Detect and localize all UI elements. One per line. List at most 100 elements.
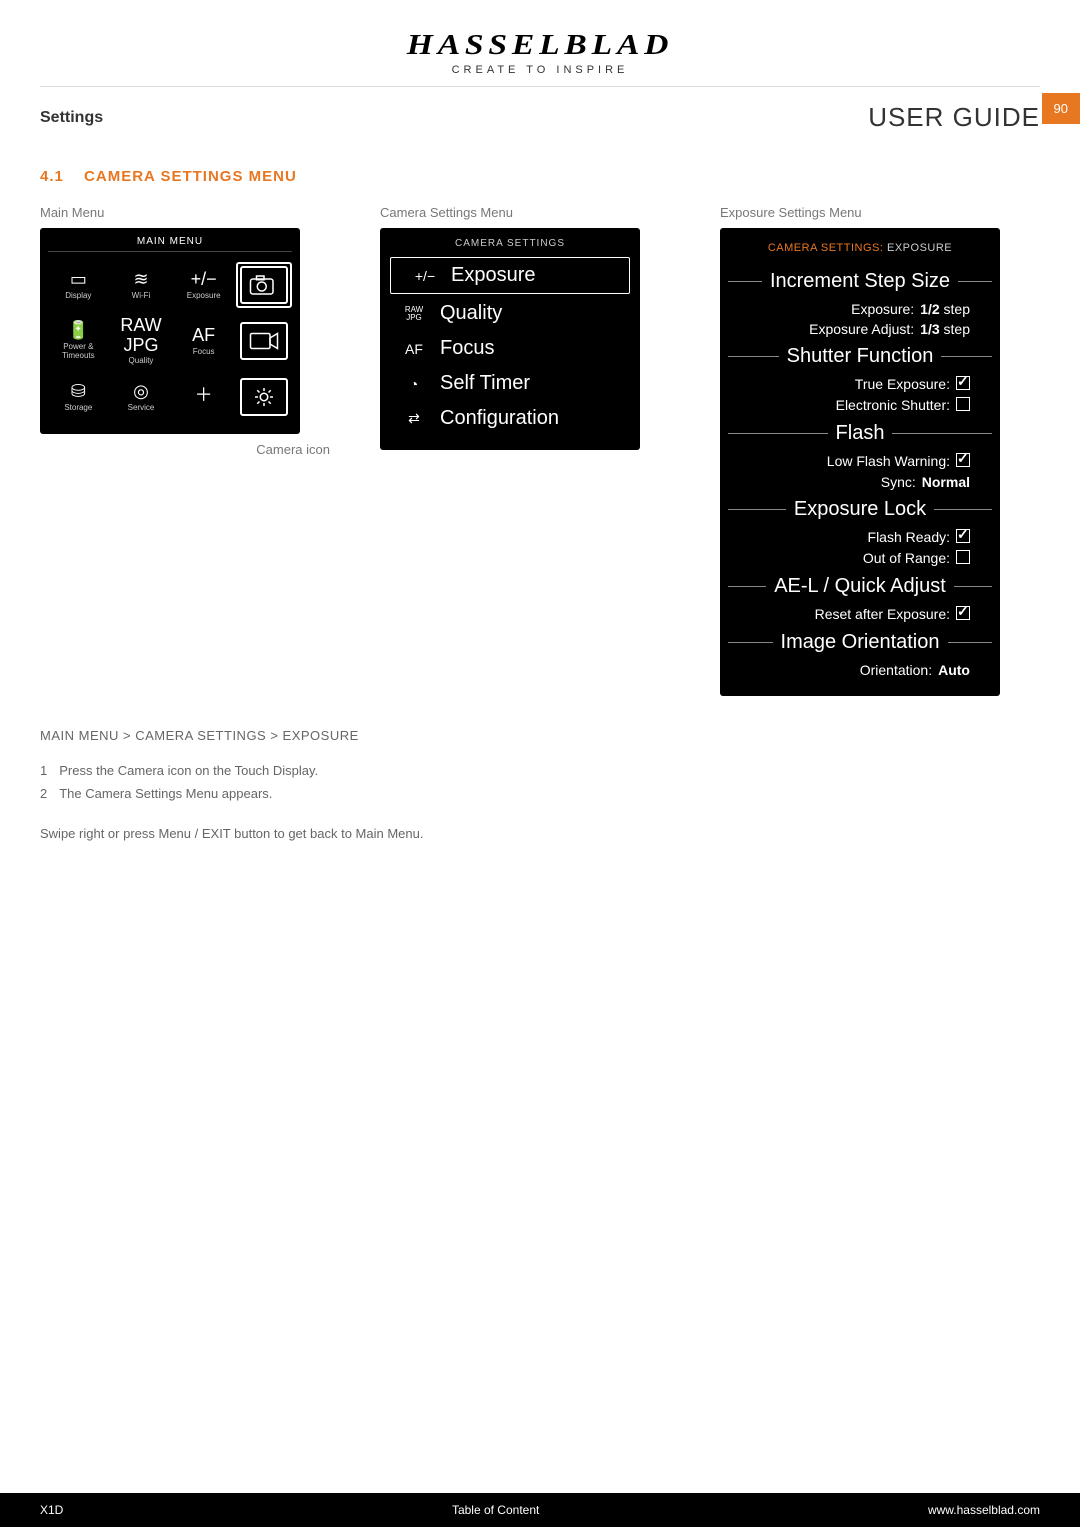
exposure-setting-row[interactable]: Flash Ready:	[720, 527, 1000, 548]
exposure-group-title: Increment Step Size	[720, 270, 1000, 293]
exposure-setting-row[interactable]: Sync:Normal	[720, 472, 1000, 492]
brand-tagline: CREATE TO INSPIRE	[40, 64, 1040, 76]
setting-value: Auto	[938, 662, 970, 678]
checkbox-icon	[956, 397, 970, 411]
main-menu-title: MAIN MENU	[48, 236, 292, 252]
breadcrumb-path: MAIN MENU > CAMERA SETTINGS > EXPOSURE	[40, 726, 540, 746]
menu-item-icon: 🔋	[48, 321, 109, 341]
steps-list: 1 Press the Camera icon on the Touch Disp…	[40, 761, 540, 804]
video-icon[interactable]	[240, 322, 288, 360]
exposure-group-title: AE-L / Quick Adjust	[720, 575, 1000, 598]
checkbox-icon	[956, 606, 970, 620]
menu-item-label: Service	[128, 403, 155, 412]
main-menu-item[interactable]: ⛁Storage	[48, 382, 109, 413]
menu-item-label: Focus	[193, 347, 215, 356]
footer-right[interactable]: www.hasselblad.com	[928, 1503, 1040, 1517]
menu-item-icon: ＋	[173, 386, 234, 406]
settings-row-icon: RAWJPG	[400, 306, 428, 322]
settings-row-icon: +/−	[411, 268, 439, 284]
main-menu-item[interactable]: 🔋Power & Timeouts	[48, 321, 109, 360]
col-camera-settings: Camera Settings Menu CAMERA SETTINGS +/−…	[380, 205, 700, 696]
exposure-crumb-white: EXPOSURE	[887, 242, 952, 254]
menu-item-label: Quality	[129, 356, 154, 365]
caption-main-menu: Main Menu	[40, 205, 360, 220]
main-menu-item[interactable]: +/−Exposure	[173, 270, 234, 301]
menu-item-icon: +/−	[173, 270, 234, 290]
main-menu-item[interactable]: ◎Service	[111, 382, 172, 413]
exposure-group-title: Shutter Function	[720, 345, 1000, 368]
menu-item-icon: RAW JPG	[111, 316, 172, 356]
exposure-setting-row[interactable]: Exposure:1/2 step	[720, 299, 1000, 319]
settings-row-icon: ⇄	[400, 410, 428, 427]
step-number: 2	[40, 784, 47, 804]
setting-value: Normal	[922, 474, 970, 490]
device-exposure-settings: CAMERA SETTINGS: EXPOSURE Increment Step…	[720, 228, 1000, 696]
page-footer: X1D Table of Content www.hasselblad.com	[0, 1493, 1080, 1527]
exposure-group-title: Image Orientation	[720, 631, 1000, 654]
step-number: 1	[40, 761, 47, 781]
setting-value: 1/3 step	[920, 321, 970, 337]
menu-item-label: Storage	[64, 403, 92, 412]
settings-row-label: Focus	[440, 337, 494, 360]
step-item: 2The Camera Settings Menu appears.	[40, 784, 540, 804]
section-title-text: CAMERA SETTINGS MENU	[84, 168, 297, 185]
exposure-setting-row[interactable]: Low Flash Warning:	[720, 451, 1000, 472]
setting-key: Low Flash Warning:	[750, 453, 956, 470]
setting-key: Reset after Exposure:	[750, 606, 956, 623]
main-menu-item[interactable]: ≋Wi-Fi	[111, 270, 172, 301]
menu-selftimer[interactable]: ◔ Self Timer	[380, 366, 640, 401]
menu-focus[interactable]: AF Focus	[380, 331, 640, 366]
setting-key: Flash Ready:	[750, 529, 956, 546]
caption-exposure-settings: Exposure Settings Menu	[720, 205, 1040, 220]
setting-key: Exposure Adjust:	[750, 321, 920, 337]
exposure-setting-row[interactable]: Reset after Exposure:	[720, 604, 1000, 625]
menu-item-icon: ▭	[48, 270, 109, 290]
checkbox-icon	[956, 529, 970, 543]
page-header: HASSELBLAD CREATE TO INSPIRE	[40, 0, 1040, 87]
setting-key: True Exposure:	[750, 376, 956, 393]
setting-key: Orientation:	[750, 662, 938, 678]
setting-value: 1/2 step	[920, 301, 970, 317]
menu-configuration[interactable]: ⇄Configuration	[380, 401, 640, 436]
exposure-setting-row[interactable]: Electronic Shutter:	[720, 395, 1000, 416]
exposure-group-title: Exposure Lock	[720, 498, 1000, 521]
menu-exposure[interactable]: +/− Exposure	[390, 257, 630, 294]
settings-row-icon: ◔	[400, 376, 428, 392]
menu-item-icon: ≋	[111, 270, 172, 290]
caption-camera-icon: Camera icon	[40, 442, 360, 457]
checkbox-icon	[956, 376, 970, 390]
footer-center[interactable]: Table of Content	[452, 1503, 539, 1517]
main-menu-item[interactable]: RAW JPGQuality	[111, 316, 172, 366]
col-main-menu: Main Menu MAIN MENU ▭Display≋Wi-Fi+/−Exp…	[40, 205, 360, 696]
setting-key: Electronic Shutter:	[750, 397, 956, 414]
camera-icon[interactable]	[236, 262, 292, 308]
page-number-badge: 90	[1042, 93, 1080, 124]
menu-item-icon: ⛁	[48, 382, 109, 402]
step-item: 1 Press the Camera icon on the Touch Disp…	[40, 761, 540, 781]
main-menu-item[interactable]: ▭Display	[48, 270, 109, 301]
main-menu-item[interactable]: ＋	[173, 386, 234, 408]
menu-quality[interactable]: RAWJPGQuality	[380, 296, 640, 331]
gear-icon[interactable]	[240, 378, 288, 416]
section-number: 4.1	[40, 168, 64, 185]
exposure-breadcrumb: CAMERA SETTINGS: EXPOSURE	[720, 238, 1000, 264]
setting-key: Exposure:	[750, 301, 920, 317]
screenshot-columns: Main Menu MAIN MENU ▭Display≋Wi-Fi+/−Exp…	[40, 205, 1040, 696]
main-menu-item[interactable]: AFFocus	[173, 326, 234, 357]
exposure-setting-row[interactable]: True Exposure:	[720, 374, 1000, 395]
exposure-setting-row[interactable]: Orientation:Auto	[720, 660, 1000, 680]
exposure-setting-row[interactable]: Out of Range:	[720, 548, 1000, 569]
setting-key: Out of Range:	[750, 550, 956, 567]
menu-item-label: Display	[65, 291, 91, 300]
exposure-group-title: Flash	[720, 422, 1000, 445]
col-exposure-settings: Exposure Settings Menu CAMERA SETTINGS: …	[720, 205, 1040, 696]
exposure-setting-row[interactable]: Exposure Adjust:1/3 step	[720, 319, 1000, 339]
menu-item-icon: ◎	[111, 382, 172, 402]
settings-row-label: Self Timer	[440, 372, 530, 395]
step-text: Press the Camera icon on the Touch Displ…	[59, 761, 318, 781]
instruction-text: MAIN MENU > CAMERA SETTINGS > EXPOSURE 1…	[40, 726, 540, 843]
settings-row-label: Exposure	[451, 264, 536, 287]
device-main-menu: MAIN MENU ▭Display≋Wi-Fi+/−Exposure🔋Powe…	[40, 228, 300, 434]
settings-row-icon: AF	[400, 341, 428, 357]
checkbox-icon	[956, 550, 970, 564]
